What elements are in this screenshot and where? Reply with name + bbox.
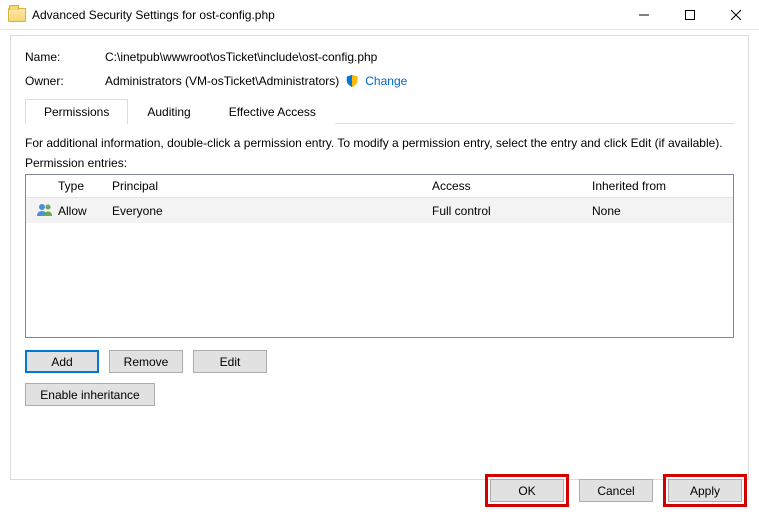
entry-buttons: Add Remove Edit bbox=[25, 350, 734, 373]
window-title: Advanced Security Settings for ost-confi… bbox=[32, 8, 621, 22]
col-inherited[interactable]: Inherited from bbox=[586, 175, 733, 197]
info-text: For additional information, double-click… bbox=[25, 136, 734, 150]
minimize-button[interactable] bbox=[621, 0, 667, 29]
highlight-apply: Apply bbox=[663, 474, 747, 507]
titlebar: Advanced Security Settings for ost-confi… bbox=[0, 0, 759, 30]
content-panel: Name: C:\inetpub\wwwroot\osTicket\includ… bbox=[10, 35, 749, 480]
table-row[interactable]: Allow Everyone Full control None bbox=[26, 198, 733, 223]
inheritance-row: Enable inheritance bbox=[25, 383, 734, 406]
permissions-grid[interactable]: Type Principal Access Inherited from All… bbox=[25, 174, 734, 338]
window-controls bbox=[621, 0, 759, 29]
tab-effective-access[interactable]: Effective Access bbox=[210, 99, 335, 124]
highlight-ok: OK bbox=[485, 474, 569, 507]
row-access: Full control bbox=[426, 202, 586, 220]
row-principal: Everyone bbox=[106, 202, 426, 220]
owner-label: Owner: bbox=[25, 74, 105, 88]
maximize-button[interactable] bbox=[667, 0, 713, 29]
apply-button[interactable]: Apply bbox=[668, 479, 742, 502]
edit-button[interactable]: Edit bbox=[193, 350, 267, 373]
add-button[interactable]: Add bbox=[25, 350, 99, 373]
folder-icon bbox=[8, 8, 26, 22]
row-type: Allow bbox=[52, 202, 106, 220]
name-row: Name: C:\inetpub\wwwroot\osTicket\includ… bbox=[25, 50, 734, 64]
col-access[interactable]: Access bbox=[426, 175, 586, 197]
col-type[interactable]: Type bbox=[52, 175, 106, 197]
remove-button[interactable]: Remove bbox=[109, 350, 183, 373]
close-button[interactable] bbox=[713, 0, 759, 29]
cancel-button[interactable]: Cancel bbox=[579, 479, 653, 502]
dialog-footer: OK Cancel Apply bbox=[485, 474, 747, 507]
entries-label: Permission entries: bbox=[25, 156, 734, 170]
name-value: C:\inetpub\wwwroot\osTicket\include\ost-… bbox=[105, 50, 377, 64]
maximize-icon bbox=[685, 10, 695, 20]
tab-auditing[interactable]: Auditing bbox=[128, 99, 209, 124]
change-owner-link[interactable]: Change bbox=[365, 74, 407, 88]
owner-value: Administrators (VM-osTicket\Administrato… bbox=[105, 74, 339, 88]
grid-header: Type Principal Access Inherited from bbox=[26, 175, 733, 198]
tab-strip: Permissions Auditing Effective Access bbox=[25, 98, 734, 124]
row-inherited: None bbox=[586, 202, 733, 220]
col-icon[interactable] bbox=[26, 175, 52, 197]
name-label: Name: bbox=[25, 50, 105, 64]
col-principal[interactable]: Principal bbox=[106, 175, 426, 197]
shield-icon bbox=[345, 74, 359, 88]
row-icon-cell bbox=[26, 200, 52, 221]
enable-inheritance-button[interactable]: Enable inheritance bbox=[25, 383, 155, 406]
owner-row: Owner: Administrators (VM-osTicket\Admin… bbox=[25, 74, 734, 88]
tab-permissions[interactable]: Permissions bbox=[25, 99, 128, 124]
ok-button[interactable]: OK bbox=[490, 479, 564, 502]
